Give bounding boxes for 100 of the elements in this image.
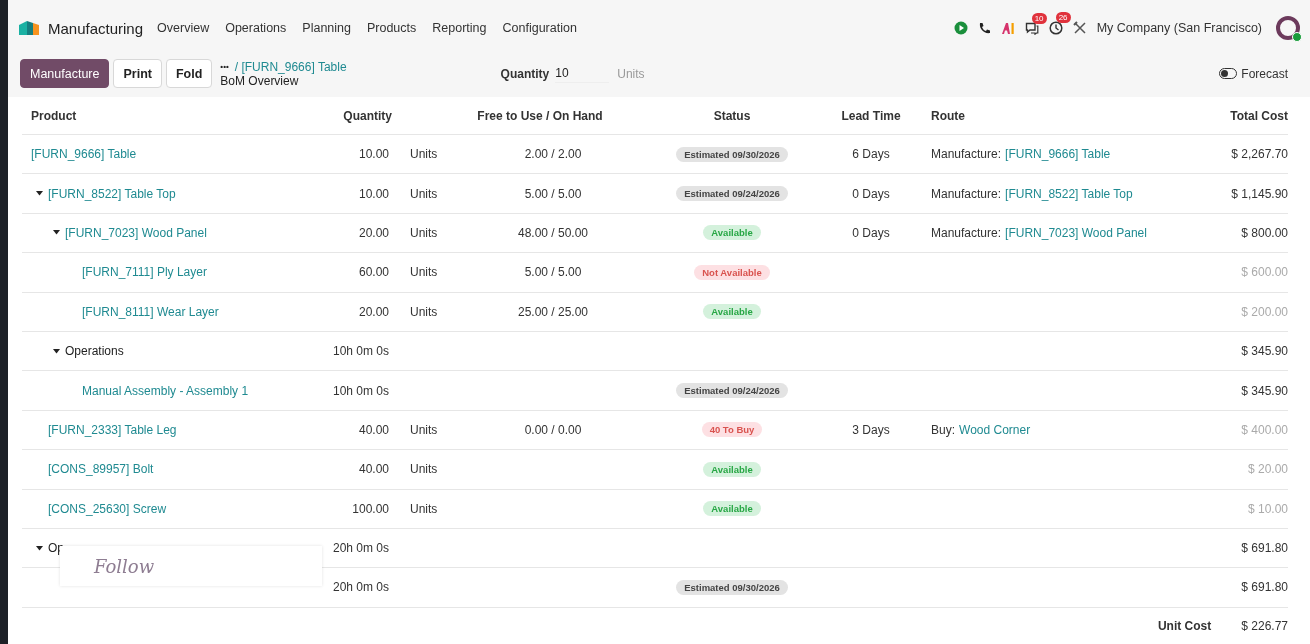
column-header: Free to Use / On Hand — [476, 108, 604, 123]
route-label: Manufacture: — [931, 186, 1002, 201]
product-name[interactable]: [FURN_8522] Table Top — [48, 186, 176, 201]
column-header: Total Cost — [1229, 108, 1288, 123]
quantity-field[interactable]: 10 — [555, 64, 610, 83]
stock-cell: 0.00 / 0.00 — [524, 422, 582, 437]
cost-cell: $ 1,145.90 — [1231, 186, 1288, 201]
cost-cell: $ 691.80 — [1241, 580, 1288, 595]
status-badge: Estimated 09/24/2026 — [676, 186, 788, 202]
lead-time-cell: 3 Days — [852, 422, 890, 437]
unit-cell: Units — [410, 186, 438, 201]
app-logo-icon[interactable] — [17, 19, 41, 37]
tools-icon[interactable] — [1072, 21, 1087, 35]
quantity-cell: 10.00 — [358, 186, 389, 201]
quantity-cell: 10h 0m 0s — [332, 383, 389, 398]
toolbar-button[interactable]: Manufacture — [20, 59, 110, 88]
page-title: BoM Overview — [220, 73, 299, 88]
cost-cell: $ 800.00 — [1241, 225, 1288, 240]
phone-icon[interactable] — [977, 21, 991, 35]
menu-item[interactable]: Reporting — [432, 21, 487, 35]
column-header: Status — [712, 108, 752, 123]
status-badge: Estimated 09/30/2026 — [676, 146, 788, 162]
cost-cell: $ 600.00 — [1241, 265, 1288, 280]
caret-icon[interactable] — [53, 348, 60, 354]
caret-icon[interactable] — [36, 545, 43, 551]
route-link[interactable]: [FURN_8522] Table Top — [1005, 186, 1133, 201]
quantity-cell: 20h 0m 0s — [332, 541, 389, 556]
unit-cell: Units — [410, 265, 438, 280]
lead-time-cell: 0 Days — [852, 225, 890, 240]
quantity-cell: 100.00 — [352, 501, 389, 516]
lead-time-cell: 0 Days — [852, 186, 890, 201]
follow-text: Follow — [94, 555, 155, 577]
product-name[interactable]: [CONS_89957] Bolt — [48, 462, 154, 477]
status-badge: Estimated 09/24/2026 — [676, 383, 788, 399]
stock-cell: 5.00 / 5.00 — [524, 265, 582, 280]
cost-cell: $ 345.90 — [1241, 383, 1288, 398]
product-name[interactable]: Operations — [65, 344, 124, 359]
menu-item[interactable]: Products — [366, 21, 417, 35]
unit-cell: Units — [410, 462, 438, 477]
cost-cell: $ 10.00 — [1247, 501, 1288, 516]
notification-badge: 26 — [1055, 12, 1071, 23]
menu-item[interactable]: Configuration — [502, 21, 577, 35]
route-link[interactable]: Wood Corner — [959, 422, 1031, 437]
clock-icon[interactable] — [1048, 21, 1063, 35]
product-name[interactable]: [FURN_9666] Table — [31, 147, 137, 162]
quantity-label: Quantity — [500, 66, 550, 81]
ai-icon[interactable] — [1000, 21, 1015, 35]
app-name[interactable]: Manufacturing — [48, 19, 144, 37]
quantity-cell: 40.00 — [358, 462, 389, 477]
unit-cell: Units — [410, 501, 438, 516]
column-header: Lead Time — [840, 108, 902, 123]
status-badge: Available — [703, 501, 761, 517]
product-name[interactable]: [FURN_7111] Ply Layer — [82, 265, 207, 280]
column-header: Quantity — [342, 108, 392, 123]
cost-cell: $ 2,267.70 — [1231, 147, 1288, 162]
toolbar-button[interactable]: Print — [113, 59, 162, 88]
unit-cell: Units — [410, 225, 438, 240]
breadcrumb-ellipsis[interactable]: ••• — [220, 59, 229, 74]
toolbar-button[interactable]: Fold — [165, 59, 213, 88]
quantity-unit: Units — [617, 66, 645, 81]
menu-item[interactable]: Overview — [157, 21, 210, 35]
quantity-cell: 10.00 — [358, 147, 389, 162]
unit-cost-value: $ 226.77 — [1241, 618, 1288, 633]
user-avatar[interactable] — [1276, 16, 1300, 40]
status-badge: Available — [703, 225, 761, 241]
route-label: Buy: — [931, 422, 955, 437]
product-name[interactable]: [FURN_8111] Wear Layer — [82, 304, 219, 319]
play-icon[interactable] — [953, 21, 968, 35]
caret-icon[interactable] — [53, 230, 60, 236]
stock-cell: 5.00 / 5.00 — [524, 186, 582, 201]
route-label: Manufacture: — [931, 147, 1002, 162]
status-badge: Estimated 09/30/2026 — [676, 580, 788, 595]
quantity-cell: 20h 0m 0s — [332, 580, 389, 595]
notification-badge: 10 — [1031, 12, 1047, 24]
caret-icon[interactable] — [36, 191, 43, 197]
quantity-cell: 10h 0m 0s — [332, 344, 389, 359]
menu-item[interactable]: Operations — [225, 21, 287, 35]
status-badge: 40 To Buy — [701, 422, 763, 438]
stock-cell: 48.00 / 50.00 — [517, 225, 589, 240]
status-badge: Available — [703, 461, 761, 477]
product-name[interactable]: Manual Assembly - Assembly 1 — [82, 383, 249, 398]
route-link[interactable]: [FURN_7023] Wood Panel — [1005, 225, 1147, 240]
company-switcher[interactable]: My Company (San Francisco) — [1096, 21, 1262, 35]
chat-icon[interactable] — [1024, 21, 1039, 35]
cost-cell: $ 345.90 — [1241, 344, 1288, 359]
menu-item[interactable]: Planning — [302, 21, 351, 35]
product-name[interactable]: [CONS_25630] Screw — [48, 501, 167, 516]
cost-cell: $ 20.00 — [1247, 462, 1288, 477]
quantity-cell: 20.00 — [358, 225, 389, 240]
quantity-cell: 20.00 — [358, 304, 389, 319]
lead-time-cell: 6 Days — [852, 147, 890, 162]
product-name[interactable]: [FURN_7023] Wood Panel — [65, 225, 207, 240]
breadcrumb-link[interactable]: / [FURN_9666] Table — [234, 59, 347, 74]
cost-cell: $ 400.00 — [1241, 422, 1288, 437]
route-link[interactable]: [FURN_9666] Table — [1005, 147, 1111, 162]
product-name[interactable]: [FURN_2333] Table Leg — [48, 422, 177, 437]
route-label: Manufacture: — [931, 225, 1002, 240]
cost-cell: $ 200.00 — [1241, 304, 1288, 319]
cost-cell: $ 691.80 — [1241, 541, 1288, 556]
column-header: Product — [30, 108, 78, 123]
